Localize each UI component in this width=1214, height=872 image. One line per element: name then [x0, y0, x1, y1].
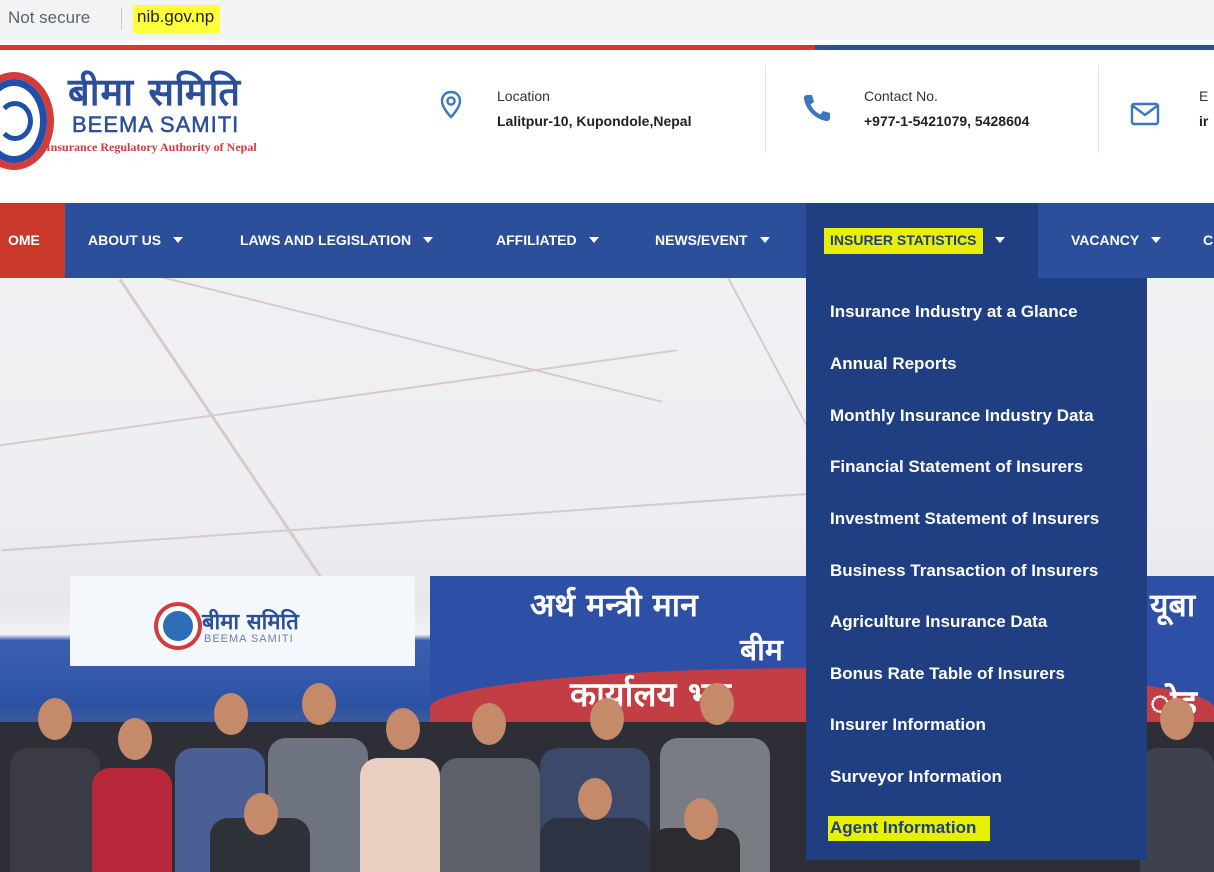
nav-item-vacancy[interactable]: VACANCY: [1071, 203, 1162, 278]
banner-text-line2: बीम: [740, 633, 783, 668]
person-face: [472, 703, 506, 745]
dropdown-item-annual-reports[interactable]: Annual Reports: [830, 354, 957, 374]
banner-logo-icon: [158, 606, 198, 646]
person: [92, 768, 172, 872]
person-face: [1160, 698, 1194, 740]
nav-item-contact[interactable]: C: [1203, 203, 1213, 278]
header-strip-red: [0, 45, 815, 50]
envelope-icon: [1130, 102, 1160, 130]
dropdown-item-monthly-industry-data[interactable]: Monthly Insurance Industry Data: [830, 406, 1094, 426]
person-face: [118, 718, 152, 760]
dropdown-item-agent-information-label: Agent Information: [828, 816, 991, 841]
logo-tagline: Insurance Regulatory Authority of Nepal: [46, 140, 257, 154]
person: [1140, 748, 1214, 872]
nav-item-about-us-label: ABOUT US: [88, 232, 162, 248]
nav-item-about-us[interactable]: ABOUT US: [88, 203, 184, 278]
person-face: [302, 683, 336, 725]
dropdown-item-surveyor-information[interactable]: Surveyor Information: [830, 767, 1002, 787]
person-face: [386, 708, 420, 750]
main-navigation: OME ABOUT US LAWS AND LEGISLATION AFFILI…: [0, 203, 1214, 278]
chevron-down-icon: [994, 237, 1005, 244]
dropdown-item-financial-statement[interactable]: Financial Statement of Insurers: [830, 457, 1083, 477]
dropdown-item-agriculture-insurance[interactable]: Agriculture Insurance Data: [830, 612, 1047, 632]
location-pin-icon: [440, 90, 462, 124]
nav-item-contact-label: C: [1203, 232, 1214, 248]
banner-text-line1: अर्थ मन्त्री मान: [530, 586, 698, 624]
logo-latin: BEEMA SAMITI: [72, 112, 240, 138]
logo-emblem-icon: [0, 72, 54, 170]
chevron-down-icon: [173, 237, 184, 244]
chevron-down-icon: [423, 237, 434, 244]
person-face: [684, 798, 718, 840]
nav-item-home[interactable]: OME: [8, 203, 40, 278]
person-face: [578, 778, 612, 820]
logo-devanagari: बीमा समिति: [68, 70, 242, 114]
tent-seam: [1, 486, 899, 552]
contact-value: +977-1-5421079, 5428604: [864, 113, 1030, 129]
security-indicator[interactable]: Not secure: [8, 8, 90, 28]
dropdown-item-agent-information[interactable]: Agent Information: [828, 816, 991, 841]
email-value: ir: [1199, 113, 1209, 129]
location-label: Location: [497, 88, 550, 104]
dropdown-item-bonus-rate-table[interactable]: Bonus Rate Table of Insurers: [830, 664, 1065, 684]
person: [440, 758, 540, 872]
tent-seam: [157, 278, 663, 403]
person-face: [590, 698, 624, 740]
nav-item-news-event-label: NEWS/EVENT: [655, 232, 748, 248]
address-separator: [121, 8, 122, 30]
person-face: [38, 698, 72, 740]
nav-item-insurer-statistics-label: INSURER STATISTICS: [824, 228, 983, 254]
chevron-down-icon: [1151, 237, 1162, 244]
tent-seam: [0, 349, 677, 449]
person: [360, 758, 440, 872]
chevron-down-icon: [759, 237, 770, 244]
person-face: [700, 683, 734, 725]
nav-item-laws-label: LAWS AND LEGISLATION: [240, 232, 412, 248]
nav-item-insurer-statistics[interactable]: INSURER STATISTICS: [824, 203, 1005, 278]
dropdown-item-insurer-information[interactable]: Insurer Information: [830, 715, 986, 735]
person: [10, 748, 100, 872]
dropdown-item-business-transaction[interactable]: Business Transaction of Insurers: [830, 561, 1098, 581]
contact-label: Contact No.: [864, 88, 938, 104]
header-divider: [765, 65, 766, 153]
nav-item-affiliated-label: AFFILIATED: [496, 232, 577, 248]
phone-icon: [801, 92, 833, 128]
nav-item-laws-and-legislation[interactable]: LAWS AND LEGISLATION: [240, 203, 434, 278]
person-face: [214, 693, 248, 735]
nav-item-news-event[interactable]: NEWS/EVENT: [655, 203, 770, 278]
location-value: Lalitpur-10, Kupondole,Nepal: [497, 113, 692, 129]
banner-logo-devanagari: बीमा समिति: [202, 610, 299, 635]
person-face: [244, 793, 278, 835]
header-divider: [1098, 65, 1099, 153]
banner-logo-latin: BEEMA SAMITI: [204, 633, 294, 645]
dropdown-item-investment-statement[interactable]: Investment Statement of Insurers: [830, 509, 1099, 529]
banner-text-line1-right: यूबा: [1150, 586, 1196, 624]
nav-item-affiliated[interactable]: AFFILIATED: [496, 203, 599, 278]
nav-item-vacancy-label: VACANCY: [1071, 232, 1140, 248]
person: [540, 818, 650, 872]
insurer-statistics-dropdown: Insurance Industry at a Glance Annual Re…: [806, 278, 1147, 860]
browser-address-bar[interactable]: Not secure nib.gov.np: [0, 0, 1214, 40]
email-label: E: [1199, 88, 1209, 104]
nav-item-home-label: OME: [8, 232, 40, 248]
chevron-down-icon: [588, 237, 599, 244]
header-strip-blue: [815, 45, 1214, 50]
dropdown-item-insurance-industry-glance[interactable]: Insurance Industry at a Glance: [830, 302, 1078, 322]
url-text[interactable]: nib.gov.np: [133, 5, 221, 33]
